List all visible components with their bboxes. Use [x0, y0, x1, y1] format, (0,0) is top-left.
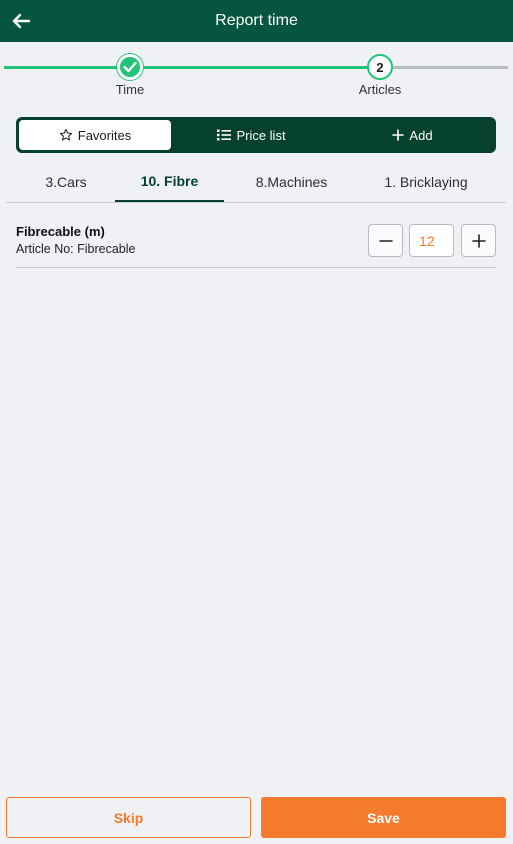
- step-articles-label: Articles: [358, 82, 402, 97]
- add-label: Add: [409, 127, 433, 143]
- add-button[interactable]: Add: [332, 120, 493, 150]
- step-line-remaining: [380, 66, 508, 69]
- tab-cars[interactable]: 3.Cars: [6, 162, 126, 202]
- article-number: Article No: Fibrecable: [16, 242, 136, 256]
- page-title: Report time: [215, 12, 298, 29]
- increase-quantity-button[interactable]: [461, 224, 496, 257]
- price-list-label: Price list: [236, 127, 286, 143]
- arrow-left-icon: [12, 13, 31, 29]
- quantity-input[interactable]: 12: [409, 224, 454, 257]
- tab-machines[interactable]: 8.Machines: [234, 162, 349, 202]
- step-time-label: Time: [115, 82, 145, 97]
- price-list-button[interactable]: Price list: [171, 120, 332, 150]
- tab-bricklaying[interactable]: 1. Bricklaying: [366, 162, 486, 202]
- list-icon: [217, 129, 232, 141]
- article-row: Fibrecable (m) Article No: Fibrecable 12: [16, 216, 496, 268]
- back-button[interactable]: [6, 6, 36, 36]
- star-icon: [59, 128, 72, 141]
- minus-icon: [378, 239, 393, 242]
- step-articles-circle[interactable]: 2: [367, 54, 393, 80]
- favorites-button[interactable]: Favorites: [19, 120, 171, 150]
- check-icon: [123, 61, 137, 73]
- step-time-circle[interactable]: [117, 54, 143, 80]
- app-header: Report time: [0, 0, 513, 42]
- plus-icon: [471, 233, 486, 248]
- save-button[interactable]: Save: [261, 797, 506, 838]
- favorites-label: Favorites: [77, 127, 132, 143]
- progress-stepper: 2 Time Articles: [0, 42, 513, 112]
- decrease-quantity-button[interactable]: [368, 224, 403, 257]
- view-switcher: Favorites Price list Add: [16, 117, 496, 153]
- step-line-done: [254, 66, 380, 69]
- skip-button[interactable]: Skip: [6, 797, 251, 838]
- tab-fibre[interactable]: 10. Fibre: [115, 162, 224, 202]
- category-tabs: 3.Cars 10. Fibre 8.Machines 1. Bricklayi…: [6, 162, 506, 203]
- plus-icon: [392, 129, 405, 141]
- article-name: Fibrecable (m): [16, 224, 105, 239]
